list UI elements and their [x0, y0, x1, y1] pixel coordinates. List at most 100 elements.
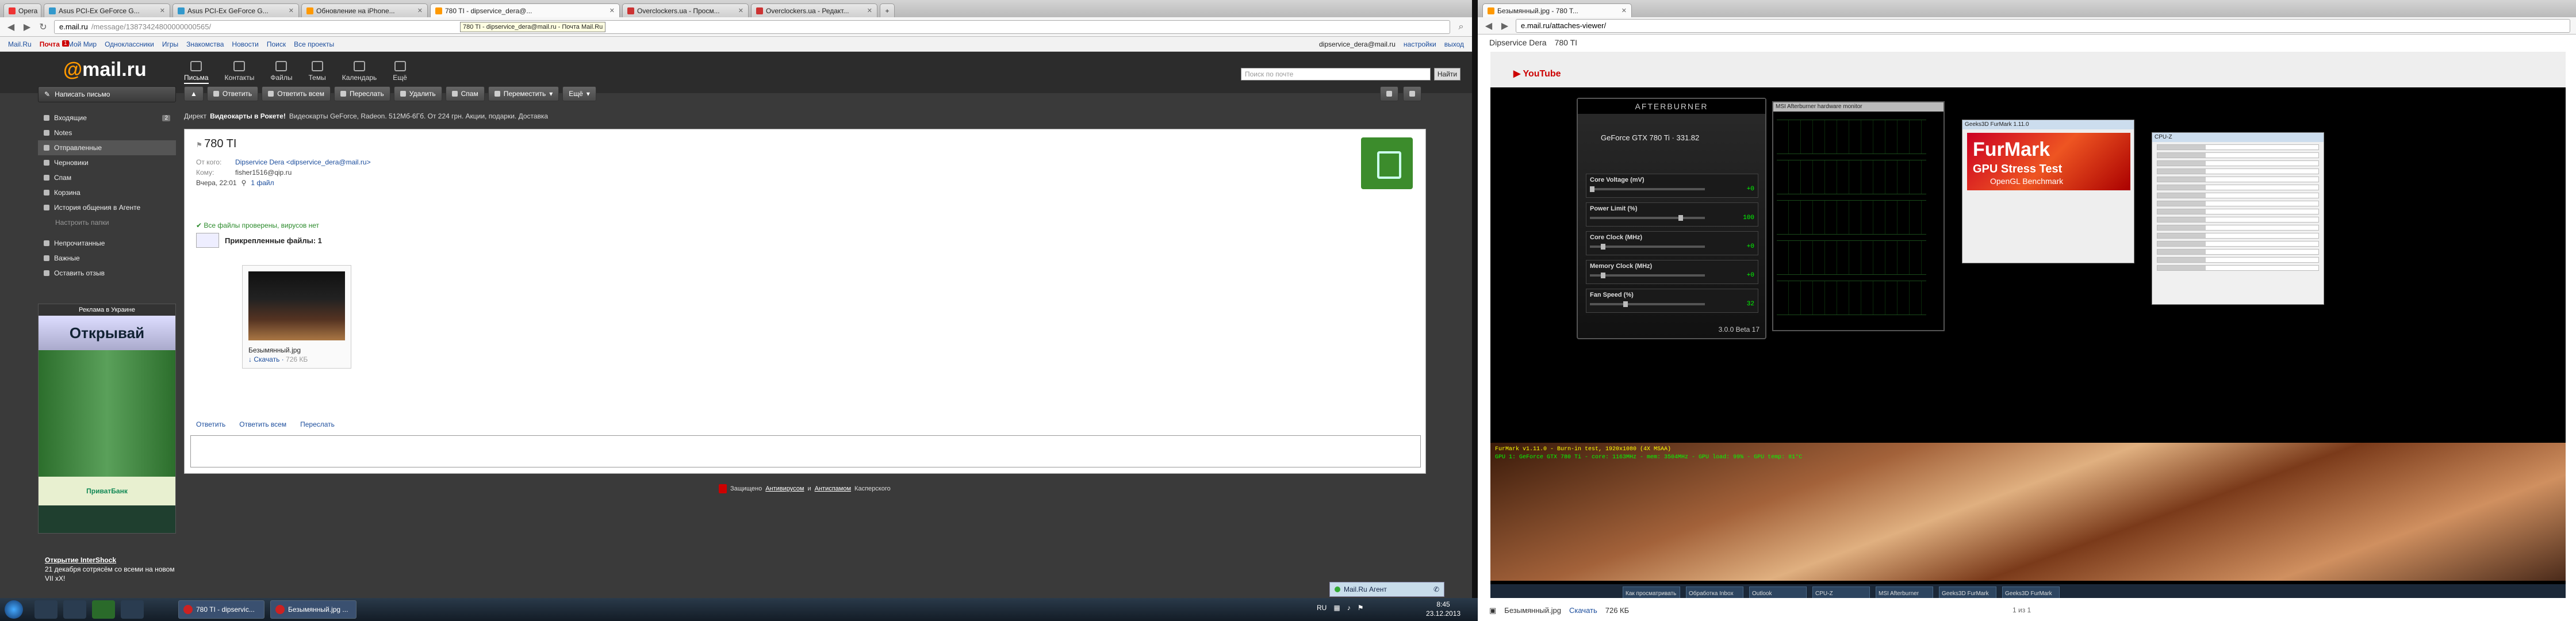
folder-notes[interactable]: Notes — [38, 125, 176, 140]
reply-all-button[interactable]: Ответить всем — [262, 86, 331, 101]
delete-button[interactable]: Удалить — [393, 86, 442, 101]
files-link[interactable]: 1 файл — [251, 179, 274, 187]
tab-1[interactable]: Asus PCI-Ex GeForce G... ✕ — [44, 3, 170, 17]
quick-forward-link[interactable]: Переслать — [300, 420, 335, 428]
attachment-card[interactable]: Безымянный.jpg ↓ Скачать · 726 КБ — [242, 265, 351, 369]
chrome-icon[interactable] — [34, 600, 57, 619]
nav-files[interactable]: Файлы — [270, 61, 293, 84]
portal-link[interactable]: Знакомства — [186, 40, 224, 48]
nav-themes[interactable]: Темы — [309, 61, 326, 84]
folder-agent-history[interactable]: История общения в Агенте — [38, 200, 176, 215]
settings-link[interactable]: настройки — [1404, 40, 1436, 48]
portal-link[interactable]: Mail.Ru — [8, 40, 32, 48]
quick-reply-link[interactable]: Ответить — [196, 420, 225, 428]
antivirus-link[interactable]: Антивирусом — [765, 485, 804, 492]
nav-more[interactable]: Ещё — [393, 61, 407, 84]
portal-link[interactable]: Игры — [162, 40, 178, 48]
nav-contacts[interactable]: Контакты — [225, 61, 254, 84]
promo-block[interactable]: Открытие InterShock 21 декабря сотрясём … — [45, 555, 183, 583]
attachment-download-link[interactable]: ↓ Скачать · 726 КБ — [248, 355, 308, 363]
taskbar-clock[interactable]: 8:45 23.12.2013 — [1426, 600, 1460, 618]
ad-banner[interactable]: Реклама в Украине Открывай ПриватБанк — [38, 304, 176, 534]
back-icon[interactable]: ◀ — [1483, 20, 1494, 32]
expand-button[interactable] — [1403, 86, 1421, 101]
forward-button[interactable]: Переслать — [334, 86, 390, 101]
portal-link[interactable]: Почта — [40, 40, 60, 48]
portal-link[interactable]: Поиск — [267, 40, 286, 48]
back-icon[interactable]: ◀ — [6, 21, 16, 33]
feedback-link[interactable]: Оставить отзыв — [38, 266, 176, 281]
folder-spam[interactable]: Спам — [38, 170, 176, 185]
portal-link[interactable]: Одноклассники — [105, 40, 154, 48]
close-icon[interactable]: ✕ — [864, 7, 872, 14]
explorer-icon[interactable] — [63, 600, 86, 619]
forward-icon[interactable]: ▶ — [1500, 20, 1510, 32]
folder-drafts[interactable]: Черновики — [38, 155, 176, 170]
taskbar-window-image[interactable]: Безымянный.jpg ... — [270, 600, 356, 619]
media-icon[interactable] — [92, 600, 115, 619]
close-icon[interactable]: ✕ — [1618, 7, 1627, 14]
start-button[interactable] — [5, 600, 23, 619]
reply-button[interactable]: Ответить — [206, 86, 259, 101]
search-icon[interactable]: ⌕ — [1456, 22, 1466, 32]
url-input[interactable]: e.mail.ru/message/13873424800000000565/ — [54, 20, 1450, 34]
nav-calendar[interactable]: Календарь — [342, 61, 377, 84]
tab-3[interactable]: Обновление на iPhone... ✕ — [301, 3, 428, 17]
close-icon[interactable]: ✕ — [735, 7, 743, 14]
quick-reply-all-link[interactable]: Ответить всем — [239, 420, 286, 428]
portal-link[interactable]: Мой Мир — [68, 40, 97, 48]
more-button[interactable]: Ещё ▾ — [562, 86, 596, 101]
tab-image-viewer[interactable]: Безымянный.jpg - 780 T... ✕ — [1482, 3, 1632, 17]
right-url-input[interactable]: e.mail.ru/attaches-viewer/ — [1516, 18, 2570, 33]
mail-search-input[interactable]: Поиск по почте — [1241, 68, 1431, 80]
folder-inbox[interactable]: Входящие 2 — [38, 110, 176, 125]
compose-button[interactable]: ✎ Написать письмо — [38, 86, 176, 102]
language-indicator[interactable]: RU — [1317, 604, 1327, 612]
volume-icon[interactable]: ♪ — [1347, 604, 1351, 612]
tab-6[interactable]: Overclockers.ua - Редакт... ✕ — [751, 3, 877, 17]
mail-agent-widget[interactable]: Mail.Ru Агент ✆ — [1329, 582, 1444, 597]
user-email[interactable]: dipservice_dera@mail.ru — [1319, 40, 1396, 48]
print-button[interactable] — [1380, 86, 1398, 101]
reload-icon[interactable]: ↻ — [38, 21, 48, 33]
mailru-logo[interactable]: @mail.ru — [63, 59, 147, 81]
toolbar-back-button[interactable]: ▲ — [184, 86, 204, 101]
tab-5[interactable]: Overclockers.ua - Просм... ✕ — [622, 3, 749, 17]
phone-icon[interactable]: ✆ — [1433, 585, 1439, 593]
forward-icon[interactable]: ▶ — [22, 21, 32, 33]
direct-ad-link[interactable]: Видеокарты в Рокете! — [210, 112, 286, 120]
promo-title[interactable]: Открытие InterShock — [45, 555, 183, 565]
exit-link[interactable]: выход — [1444, 40, 1464, 48]
sender-link[interactable]: Dipservice Dera <dipservice_dera@mail.ru… — [235, 158, 371, 166]
close-icon[interactable]: ✕ — [414, 7, 423, 14]
flag-icon[interactable]: ⚑ — [196, 141, 204, 149]
filter-important[interactable]: Важные — [38, 251, 176, 266]
search-button[interactable]: Найти — [1434, 68, 1460, 80]
folder-sent[interactable]: Отправленные — [38, 140, 176, 155]
filter-unread[interactable]: Непрочитанные — [38, 236, 176, 251]
folder-trash[interactable]: Корзина — [38, 185, 176, 200]
tab-2[interactable]: Asus PCI-Ex GeForce G... ✕ — [172, 3, 299, 17]
app-icon[interactable] — [121, 600, 144, 619]
new-tab-button[interactable]: + — [880, 3, 895, 17]
close-icon[interactable]: ✕ — [606, 7, 615, 14]
close-icon[interactable]: ✕ — [156, 7, 165, 14]
taskbar-window-mail[interactable]: 780 TI - dipservic... — [178, 600, 264, 619]
image-viewer[interactable]: ▶ YouTube AFTERBURNER GeForce GTX 780 Ti… — [1490, 52, 2566, 598]
viewer-download-link[interactable]: Скачать — [1569, 606, 1597, 615]
spam-button[interactable]: Спам — [445, 86, 485, 101]
close-icon[interactable]: ✕ — [285, 7, 294, 14]
network-icon[interactable]: ▦ — [1333, 604, 1340, 612]
tab-mail-active[interactable]: 780 TI - dipservice_dera@... ✕ — [430, 3, 620, 17]
attachment-thumbnail[interactable] — [248, 271, 345, 340]
tab-opera[interactable]: Opera — [3, 3, 41, 17]
quick-reply-textarea[interactable] — [190, 435, 1421, 467]
portal-link[interactable]: Новости — [232, 40, 258, 48]
nav-letters[interactable]: Письма — [184, 61, 209, 84]
move-button[interactable]: Переместить ▾ — [488, 86, 559, 101]
antispam-link[interactable]: Антиспамом — [815, 485, 851, 492]
portal-link[interactable]: Все проекты — [294, 40, 334, 48]
configure-folders-link[interactable]: Настроить папки — [38, 215, 176, 230]
recipient[interactable]: fisher1516@qip.ru — [235, 168, 292, 177]
flag-icon[interactable]: ⚑ — [1358, 604, 1364, 612]
